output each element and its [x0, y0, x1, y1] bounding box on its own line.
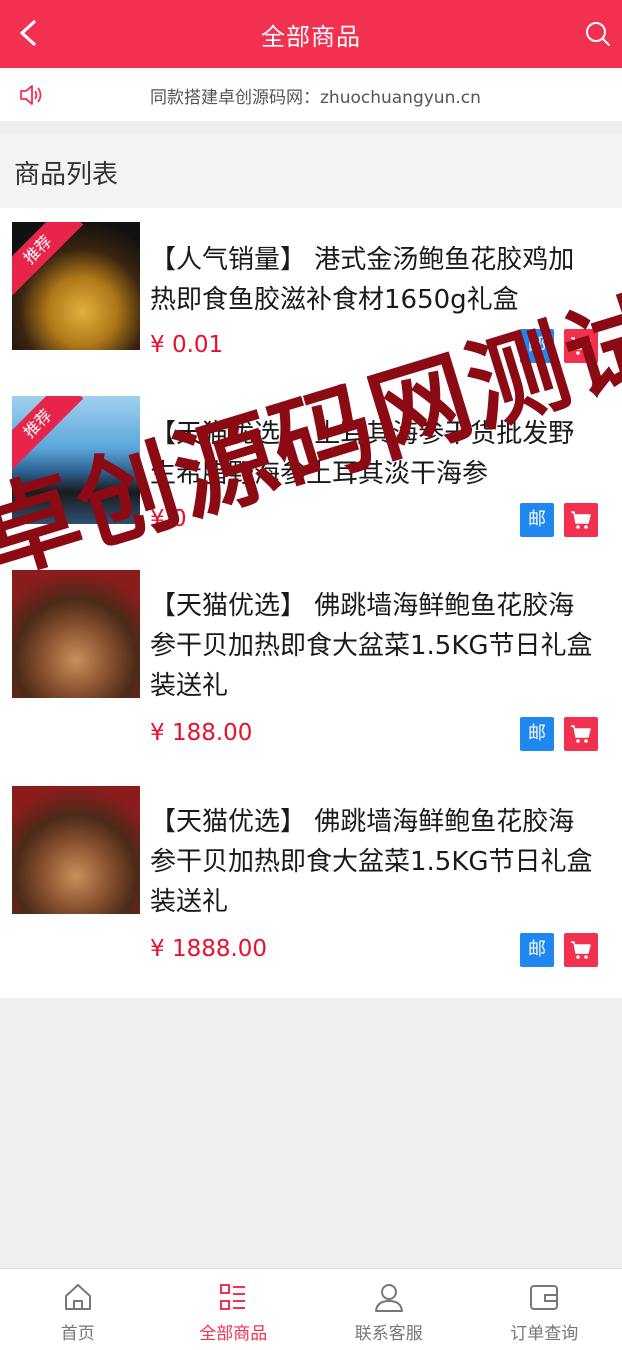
add-to-cart-button[interactable]	[564, 503, 598, 537]
product-list: 推荐 【人气销量】 港式金汤鲍鱼花胶鸡加热即食鱼胶滋补食材1650g礼盒 ¥ 0…	[0, 208, 622, 998]
product-image[interactable]: 推荐	[12, 396, 140, 524]
tab-label: 全部商品	[199, 1324, 268, 1344]
product-price: ¥ 188.00	[150, 720, 253, 746]
product-item[interactable]: 【天猫优选】 佛跳墙海鲜鲍鱼花胶海参干贝加热即食大盆菜1.5KG节日礼盒装送礼 …	[0, 570, 622, 780]
add-to-cart-button[interactable]	[564, 717, 598, 751]
product-price: ¥ 0	[150, 506, 187, 532]
cart-icon	[571, 337, 591, 355]
list-title: 商品列表	[14, 160, 119, 190]
product-image[interactable]	[12, 570, 140, 698]
tab-home[interactable]: 首页	[0, 1269, 156, 1350]
cart-icon	[571, 941, 591, 959]
notice-text: 同款搭建卓创源码网：zhuochuangyun.cn	[150, 88, 481, 108]
notice-bar: 同款搭建卓创源码网：zhuochuangyun.cn	[0, 68, 622, 122]
tab-customer-service[interactable]: 联系客服	[311, 1269, 467, 1350]
tab-label: 联系客服	[354, 1324, 423, 1344]
product-title[interactable]: 【天猫优选】 佛跳墙海鲜鲍鱼花胶海参干贝加热即食大盆菜1.5KG节日礼盒装送礼	[150, 802, 600, 922]
product-title[interactable]: 【天猫优选】 土耳其海参干货批发野生希腊野海参土耳其淡干海参	[150, 414, 600, 494]
product-title[interactable]: 【人气销量】 港式金汤鲍鱼花胶鸡加热即食鱼胶滋补食材1650g礼盒	[150, 240, 600, 320]
top-bar: 全部商品	[0, 0, 622, 68]
list-header: 商品列表	[0, 134, 622, 208]
product-item[interactable]: 【天猫优选】 佛跳墙海鲜鲍鱼花胶海参干贝加热即食大盆菜1.5KG节日礼盒装送礼 …	[0, 786, 622, 996]
page-title: 全部商品	[261, 22, 361, 51]
cart-icon	[571, 511, 591, 529]
free-shipping-tag: 邮	[520, 717, 554, 751]
tab-all-products[interactable]: 全部商品	[156, 1269, 312, 1350]
wallet-icon	[530, 1285, 559, 1310]
list-icon	[220, 1284, 246, 1310]
add-to-cart-button[interactable]	[564, 933, 598, 967]
product-title[interactable]: 【天猫优选】 佛跳墙海鲜鲍鱼花胶海参干贝加热即食大盆菜1.5KG节日礼盒装送礼	[150, 586, 600, 706]
free-shipping-tag: 邮	[520, 329, 554, 363]
free-shipping-tag: 邮	[520, 503, 554, 537]
tab-label: 订单查询	[510, 1324, 579, 1344]
speaker-icon	[20, 85, 42, 105]
search-icon[interactable]	[584, 20, 612, 48]
product-price: ¥ 1888.00	[150, 936, 268, 962]
product-price: ¥ 0.01	[150, 332, 224, 358]
user-icon	[374, 1284, 403, 1312]
tab-label: 首页	[60, 1324, 95, 1344]
product-item[interactable]: 推荐 【天猫优选】 土耳其海参干货批发野生希腊野海参土耳其淡干海参 ¥ 0 邮	[0, 396, 622, 556]
cart-icon	[571, 725, 591, 743]
home-icon	[64, 1284, 91, 1310]
add-to-cart-button[interactable]	[564, 329, 598, 363]
product-item[interactable]: 推荐 【人气销量】 港式金汤鲍鱼花胶鸡加热即食鱼胶滋补食材1650g礼盒 ¥ 0…	[0, 222, 622, 382]
product-image[interactable]: 推荐	[12, 222, 140, 350]
free-shipping-tag: 邮	[520, 933, 554, 967]
bottom-tab-bar: 首页 全部商品 联系客服 订单查询	[0, 1268, 622, 1350]
back-arrow-icon[interactable]	[14, 18, 44, 48]
tab-order-query[interactable]: 订单查询	[467, 1269, 622, 1350]
product-image[interactable]	[12, 786, 140, 914]
